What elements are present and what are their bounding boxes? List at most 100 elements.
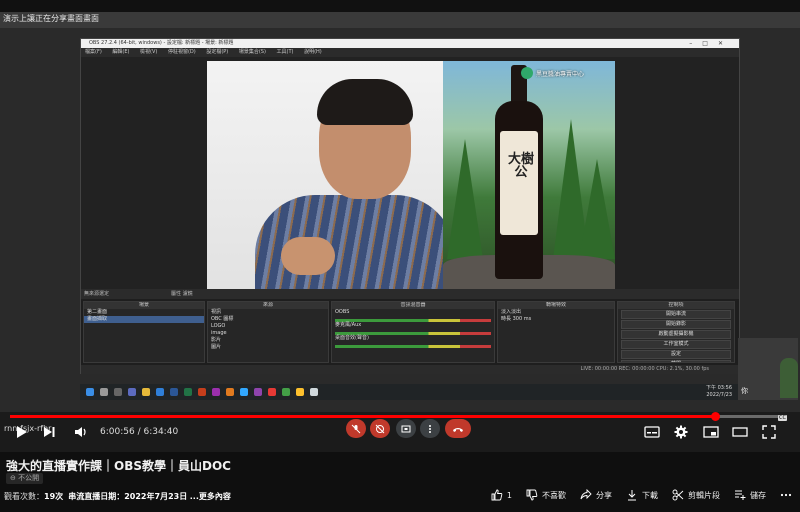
clip-button[interactable]: 剪輯片段: [672, 489, 720, 501]
download-button[interactable]: 下載: [626, 489, 658, 501]
powerpoint-icon[interactable]: [198, 388, 206, 396]
more-horiz-icon: [780, 493, 792, 497]
more-actions-button[interactable]: [780, 489, 792, 501]
task-view-icon[interactable]: [114, 388, 122, 396]
camera-off-icon: [375, 424, 385, 433]
taskbar-clock: 下午 03:56 2022/7/23: [706, 385, 732, 399]
more-link[interactable]: ...更多內容: [190, 492, 231, 501]
start-recording-button[interactable]: 開始錄影: [621, 320, 731, 329]
source-options[interactable]: 屬性 濾鏡: [171, 289, 193, 299]
participant-thumbnail[interactable]: 你: [738, 338, 798, 400]
source-item[interactable]: 影片: [208, 337, 328, 344]
obs-title-text: OBS 27.2.4 (64-bit, windows) - 設定檔: 新標題 …: [89, 40, 234, 46]
edge-icon[interactable]: [156, 388, 164, 396]
chrome-icon[interactable]: [296, 388, 304, 396]
menu-edit[interactable]: 編輯(E): [112, 49, 129, 55]
participant-name: 你: [741, 387, 748, 395]
window-controls[interactable]: –□✕: [689, 39, 733, 48]
video-player[interactable]: 演示上讓正在分享畫面畫面 OBS 27.2.4 (64-bit, windows…: [0, 0, 800, 452]
menu-help[interactable]: 說明(H): [304, 49, 322, 55]
excel-icon[interactable]: [184, 388, 192, 396]
menu-scene-collection[interactable]: 場景集合(S): [239, 49, 266, 55]
theater-mode-button[interactable]: [732, 424, 748, 440]
plant-shape: [780, 358, 798, 398]
video-top-strip: [0, 0, 800, 12]
scene-item[interactable]: 第二畫面: [84, 309, 204, 316]
settings-gear-button[interactable]: [674, 424, 688, 440]
source-item[interactable]: image: [208, 330, 328, 337]
camera-off-button[interactable]: [370, 419, 390, 438]
word-icon[interactable]: [170, 388, 178, 396]
line-icon[interactable]: [282, 388, 290, 396]
next-button[interactable]: [42, 424, 56, 440]
thumbs-down-icon: [526, 489, 538, 501]
dock-controls: 控制項 開始串流 開始錄影 啟動虛擬攝影機 工作室模式 設定 離開: [617, 301, 735, 363]
fullscreen-button[interactable]: [762, 424, 776, 440]
fullscreen-icon: [762, 425, 776, 439]
subtitles-button[interactable]: [644, 424, 660, 440]
menu-tools[interactable]: 工具(T): [277, 49, 294, 55]
like-button[interactable]: 1: [491, 489, 512, 501]
clock-time: 下午 03:56: [706, 385, 732, 391]
scrubber-handle[interactable]: [710, 412, 720, 421]
settings-button[interactable]: 設定: [621, 350, 731, 359]
exit-button[interactable]: 離開: [621, 360, 731, 362]
hang-up-icon: [453, 427, 463, 432]
miniplayer-button[interactable]: [703, 424, 719, 440]
menu-view[interactable]: 檢視(V): [140, 49, 157, 55]
scene-item[interactable]: 畫面擷取: [84, 316, 204, 323]
photoshop-icon[interactable]: [240, 388, 248, 396]
volume-button[interactable]: [74, 424, 88, 440]
after-effects-icon[interactable]: [254, 388, 262, 396]
menu-docks[interactable]: 停駐視窗(D): [168, 49, 196, 55]
cc-badge: CC: [778, 415, 787, 421]
transition-type[interactable]: 淡入淡出: [498, 309, 614, 316]
file-explorer-icon[interactable]: [142, 388, 150, 396]
brand-overlay-text: 黑豆醬油專賣中心: [536, 70, 585, 78]
obs-title-bar: OBS 27.2.4 (64-bit, windows) - 設定檔: 新標題 …: [81, 39, 739, 48]
source-item[interactable]: 圖片: [208, 344, 328, 351]
brand-overlay: 黑豆醬油專賣中心: [521, 67, 584, 79]
obs-app-icon[interactable]: [310, 388, 318, 396]
dock-scenes: 場景 第二畫面 畫面擷取: [83, 301, 205, 363]
teams-icon[interactable]: [128, 388, 136, 396]
start-streaming-button[interactable]: 開始串流: [621, 310, 731, 319]
video-meta[interactable]: 觀看次數：19次 串流直播日期：2022年7月23日 ...更多內容: [4, 491, 231, 502]
mute-mic-button[interactable]: [346, 419, 366, 438]
search-icon[interactable]: [100, 388, 108, 396]
windows-taskbar: 下午 03:56 2022/7/23: [80, 384, 740, 400]
play-button[interactable]: [14, 424, 28, 440]
progress-bar[interactable]: [10, 412, 780, 421]
virtual-camera-button[interactable]: 啟動虛擬攝影機: [621, 330, 731, 339]
share-button[interactable]: 分享: [580, 489, 612, 501]
windows-start-icon[interactable]: [86, 388, 94, 396]
acrobat-icon[interactable]: [268, 388, 276, 396]
source-item[interactable]: LOGO: [208, 323, 328, 330]
source-item[interactable]: 視訊: [208, 309, 328, 316]
menu-file[interactable]: 檔案(F): [85, 49, 102, 55]
source-item[interactable]: OBC 圖標: [208, 316, 328, 323]
dock-sources: 來源 視訊 OBC 圖標 LOGO image 影片 圖片: [207, 301, 329, 363]
more-options-button[interactable]: [420, 419, 440, 438]
premiere-icon[interactable]: [212, 388, 220, 396]
illustrator-icon[interactable]: [226, 388, 234, 396]
soy-sauce-bottle: 大樹公: [495, 65, 543, 279]
scissors-icon: [672, 489, 684, 501]
studio-mode-button[interactable]: 工作室模式: [621, 340, 731, 349]
tree-shape: [447, 139, 483, 259]
stream-date: 串流直播日期：2022年7月23日: [68, 492, 188, 501]
play-icon: [17, 426, 27, 438]
leave-call-button[interactable]: [445, 419, 471, 438]
present-button[interactable]: [396, 419, 416, 438]
save-button[interactable]: 儲存: [734, 489, 766, 501]
audio-meter: [335, 345, 491, 348]
duration-value[interactable]: 300 ms: [513, 316, 532, 322]
save-label: 儲存: [750, 490, 766, 500]
shared-screen: OBS 27.2.4 (64-bit, windows) - 設定檔: 新標題 …: [0, 28, 800, 412]
dislike-label: 不喜歡: [542, 490, 566, 500]
time-display: 6:00:56 / 6:34:40: [100, 427, 179, 437]
no-source-label: 無來源選定: [84, 291, 110, 297]
dislike-button[interactable]: 不喜歡: [526, 489, 566, 501]
menu-profile[interactable]: 設定檔(P): [206, 49, 228, 55]
current-time: 6:00:56: [100, 427, 135, 437]
